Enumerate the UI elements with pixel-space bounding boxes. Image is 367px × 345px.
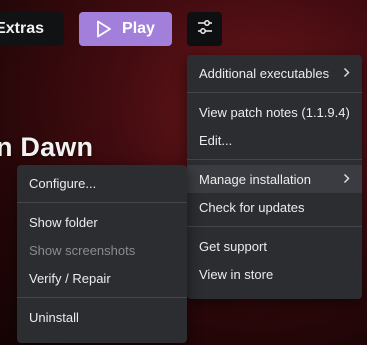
- menu-divider: [187, 159, 362, 160]
- game-title: n Dawn: [0, 132, 94, 162]
- menu-item-label: Edit...: [199, 132, 233, 148]
- game-context-menu: Additional executables View patch notes …: [187, 55, 362, 299]
- chevron-right-icon: [343, 172, 350, 187]
- play-button[interactable]: Play: [79, 12, 172, 46]
- menu-item-label: Show folder: [29, 214, 98, 230]
- menu-item-label: Get support: [199, 238, 267, 254]
- menu-item-verify-repair[interactable]: Verify / Repair: [17, 264, 187, 292]
- menu-item-view-patch-notes[interactable]: View patch notes (1.1.9.4): [187, 98, 362, 126]
- menu-item-label: Uninstall: [29, 309, 79, 325]
- menu-item-additional-executables[interactable]: Additional executables: [187, 59, 362, 87]
- menu-item-view-in-store[interactable]: View in store: [187, 260, 362, 288]
- menu-item-label: Additional executables: [199, 65, 330, 81]
- menu-item-show-screenshots: Show screenshots: [17, 236, 187, 264]
- menu-divider: [187, 92, 362, 93]
- manage-installation-submenu: Configure... Show folder Show screenshot…: [17, 165, 187, 343]
- menu-item-manage-installation[interactable]: Manage installation: [187, 165, 362, 193]
- sliders-icon: [196, 18, 214, 41]
- extras-label: Extras: [0, 20, 44, 37]
- play-icon: [96, 20, 112, 38]
- menu-item-label: View in store: [199, 266, 274, 282]
- play-label: Play: [122, 20, 155, 37]
- menu-item-label: View patch notes (1.1.9.4): [199, 104, 350, 120]
- menu-item-label: Show screenshots: [29, 242, 136, 258]
- settings-menu-button[interactable]: [187, 12, 222, 46]
- menu-item-label: Verify / Repair: [29, 270, 111, 286]
- chevron-right-icon: [343, 66, 350, 81]
- menu-item-uninstall[interactable]: Uninstall: [17, 303, 187, 331]
- menu-item-show-folder[interactable]: Show folder: [17, 208, 187, 236]
- menu-item-configure[interactable]: Configure...: [17, 169, 187, 197]
- menu-item-label: Manage installation: [199, 171, 312, 187]
- menu-item-get-support[interactable]: Get support: [187, 232, 362, 260]
- menu-item-label: Check for updates: [199, 199, 305, 215]
- menu-item-label: Configure...: [29, 175, 97, 191]
- menu-divider: [187, 226, 362, 227]
- menu-divider: [17, 202, 187, 203]
- menu-divider: [17, 297, 187, 298]
- extras-button[interactable]: Extras: [0, 12, 64, 46]
- menu-item-check-for-updates[interactable]: Check for updates: [187, 193, 362, 221]
- menu-item-edit[interactable]: Edit...: [187, 126, 362, 154]
